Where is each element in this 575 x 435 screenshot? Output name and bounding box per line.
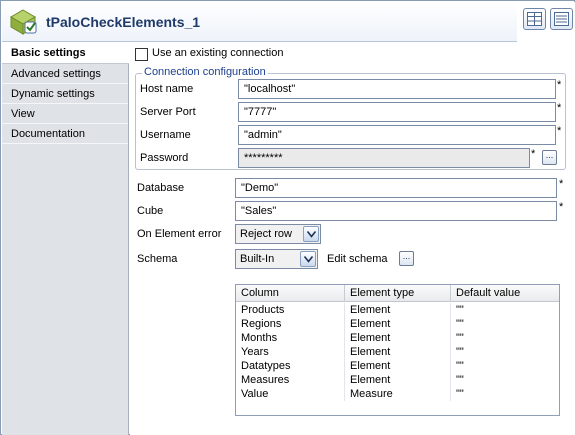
database-required-marker: *: [559, 178, 564, 190]
basic-settings-panel: Use an existing connection Connection co…: [130, 42, 575, 435]
sidebar-item-documentation[interactable]: Documentation: [2, 124, 128, 144]
cell-default-value: "": [456, 346, 464, 358]
table-row[interactable]: Years Element "": [236, 345, 559, 359]
cell-column: Datatypes: [236, 359, 345, 373]
cell-default-value: "": [456, 374, 464, 386]
use-existing-connection-label: Use an existing connection: [152, 47, 284, 59]
password-field[interactable]: *********: [238, 148, 530, 168]
schema-table-header: Column Element type Default value: [236, 285, 559, 302]
cell-column: Measures: [236, 373, 345, 387]
cell-element-type: Element: [345, 359, 451, 373]
edit-schema-label: Edit schema: [327, 253, 388, 265]
database-label: Database: [137, 182, 185, 194]
cell-default-value: "": [456, 360, 464, 372]
list-view-button[interactable]: [550, 8, 573, 30]
sidebar-item-advanced-settings[interactable]: Advanced settings: [2, 64, 128, 84]
schema-select[interactable]: Built-In: [235, 249, 318, 269]
use-existing-connection-checkbox[interactable]: [135, 48, 148, 61]
component-title-tab: tPaloCheckElements_1: [2, 2, 517, 42]
cell-column: Years: [236, 345, 345, 359]
cell-element-type: Element: [345, 345, 451, 359]
column-header-element-type[interactable]: Element type: [345, 285, 451, 302]
cell-element-type: Element: [345, 331, 451, 345]
cell-default-value: "": [456, 332, 464, 344]
cell-column: Value: [236, 387, 345, 401]
cube-required-marker: *: [559, 201, 564, 213]
cell-default-value: "": [456, 388, 464, 400]
cell-column: Months: [236, 331, 345, 345]
chevron-down-icon[interactable]: [303, 226, 319, 242]
server-port-field[interactable]: "7777": [238, 102, 556, 122]
table-row[interactable]: Measures Element "": [236, 373, 559, 387]
cell-default-value: "": [456, 318, 464, 330]
palo-component-icon: [8, 8, 38, 36]
schema-value: Built-In: [240, 253, 275, 265]
title-bar: tPaloCheckElements_1: [2, 2, 575, 42]
cell-element-type: Element: [345, 317, 451, 331]
cell-element-type: Measure: [345, 387, 451, 401]
host-name-label: Host name: [140, 83, 194, 95]
table-row[interactable]: Products Element "": [236, 303, 559, 317]
password-required-marker: *: [531, 148, 536, 160]
table-row[interactable]: Regions Element "": [236, 317, 559, 331]
password-edit-button[interactable]: ...: [542, 150, 557, 165]
username-required-marker: *: [557, 125, 562, 137]
cell-element-type: Element: [345, 303, 451, 317]
column-header-default-value[interactable]: Default value: [451, 285, 559, 302]
settings-sidebar: Basic settings Advanced settings Dynamic…: [2, 42, 129, 435]
schema-label: Schema: [137, 253, 178, 265]
sidebar-item-view[interactable]: View: [2, 104, 128, 124]
username-label: Username: [140, 129, 191, 141]
cube-label: Cube: [137, 205, 164, 217]
column-header-column[interactable]: Column: [236, 285, 345, 302]
database-field[interactable]: "Demo": [235, 178, 557, 198]
sidebar-item-basic-settings[interactable]: Basic settings: [2, 42, 129, 64]
sidebar-item-dynamic-settings[interactable]: Dynamic settings: [2, 84, 128, 104]
cell-default-value: "": [456, 304, 464, 316]
chevron-down-icon[interactable]: [300, 251, 316, 267]
server-port-label: Server Port: [140, 106, 196, 118]
schema-table: Column Element type Default value Produc…: [235, 284, 560, 416]
host-name-field[interactable]: "localhost": [238, 79, 556, 99]
server-port-required-marker: *: [557, 102, 562, 114]
edit-schema-button[interactable]: ...: [399, 251, 414, 266]
username-field[interactable]: "admin": [238, 125, 556, 145]
host-name-required-marker: *: [557, 79, 562, 91]
cell-column: Regions: [236, 317, 345, 331]
table-row[interactable]: Datatypes Element "": [236, 359, 559, 373]
on-element-error-select[interactable]: Reject row: [235, 224, 321, 244]
cell-element-type: Element: [345, 373, 451, 387]
component-settings-window: tPaloCheckElements_1 Basic settings Adva…: [0, 0, 575, 435]
connection-configuration-title: Connection configuration: [142, 66, 268, 78]
on-element-error-value: Reject row: [240, 228, 292, 240]
on-element-error-label: On Element error: [137, 228, 222, 240]
component-title: tPaloCheckElements_1: [46, 14, 201, 30]
table-row[interactable]: Value Measure "": [236, 387, 559, 401]
cell-column: Products: [236, 303, 345, 317]
table-view-button[interactable]: [523, 8, 546, 30]
table-row[interactable]: Months Element "": [236, 331, 559, 345]
password-label: Password: [140, 152, 189, 164]
cube-field[interactable]: "Sales": [235, 201, 557, 221]
